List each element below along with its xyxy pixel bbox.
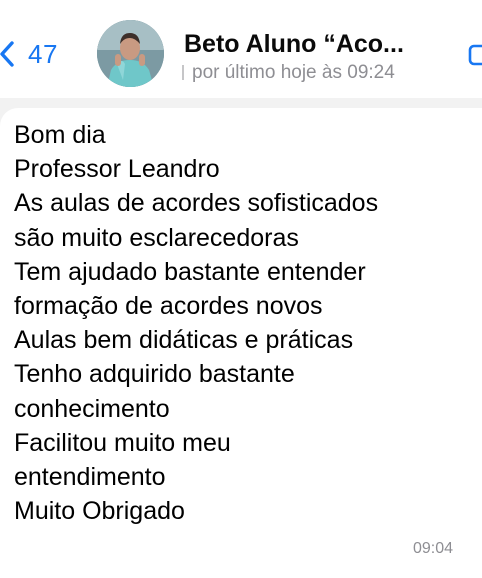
message-line: As aulas de acordes sofisticados — [14, 189, 379, 218]
unread-count: 47 — [28, 38, 58, 69]
chevron-left-icon — [0, 41, 14, 67]
message-line: são muito esclarecedoras — [14, 223, 299, 252]
status-divider — [182, 65, 184, 80]
video-call-icon — [468, 44, 482, 74]
contact-name[interactable]: Beto Aluno “Aco... — [184, 28, 454, 60]
message-line: Tem ajudado bastante entender — [14, 257, 366, 286]
message-line: conhecimento — [14, 394, 170, 423]
video-call-button[interactable] — [468, 40, 482, 70]
message-line: entendimento — [14, 463, 166, 492]
last-seen-text: por último hoje às 09:24 — [192, 62, 395, 83]
back-button[interactable]: 47 — [0, 34, 58, 74]
message-line: Aulas bem didáticas e práticas — [14, 326, 354, 355]
message-line: Bom dia — [14, 121, 106, 149]
message-text: Bom dia Professor Leandro As aulas de ac… — [14, 118, 476, 528]
message-line: Facilitou muito meu — [14, 428, 231, 457]
message-line: Tenho adquirido bastante — [14, 360, 295, 389]
message-line: Muito Obrigado — [14, 497, 185, 526]
avatar[interactable] — [97, 20, 164, 87]
last-seen-status: por último hoje às 09:24 — [182, 61, 462, 85]
message-line: Professor Leandro — [14, 155, 220, 184]
chat-header: 47 Beto Aluno “Aco... por último hoje às… — [0, 0, 482, 98]
message-timestamp: 09:04 — [413, 540, 454, 557]
message-bubble[interactable]: Bom dia Professor Leandro As aulas de ac… — [0, 108, 482, 578]
message-line: formação de acordes novos — [14, 292, 323, 321]
